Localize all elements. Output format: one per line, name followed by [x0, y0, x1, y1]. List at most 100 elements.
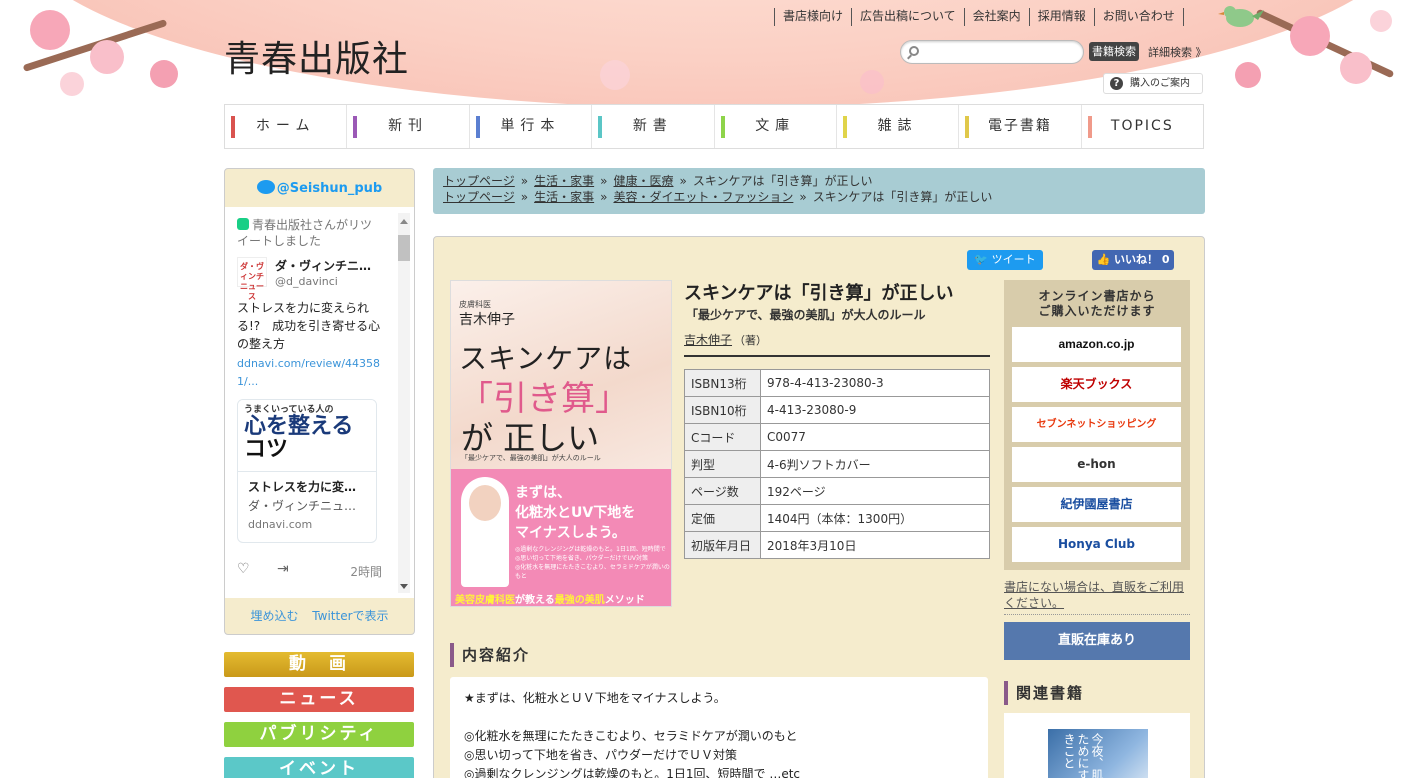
twitter-timeline[interactable]: 青春出版社さんがリツイートしました ダ・ヴィンチ ニュース ダ・ヴィンチニ… @… — [225, 207, 414, 598]
author-link[interactable]: 吉木伸子 — [684, 333, 732, 347]
tweet-author-name[interactable]: ダ・ヴィンチニ… — [275, 257, 371, 274]
divider — [684, 355, 990, 357]
tweet-actions: ♡ ⇥ 2時間 — [237, 561, 382, 579]
related-books-heading: 関連書籍 — [1004, 681, 1084, 705]
breadcrumb-health[interactable]: 健康・医療 — [613, 174, 673, 188]
scroll-down-icon[interactable] — [400, 584, 408, 589]
video-button[interactable]: 動 画 — [224, 652, 414, 677]
heart-icon[interactable]: ♡ — [237, 561, 250, 577]
description-line: ◎思い切って下地を省き、パウダーだけでＵＶ対策 — [464, 748, 738, 762]
scroll-up-icon[interactable] — [400, 219, 408, 224]
author-role: （著） — [734, 334, 768, 347]
twitter-widget: @Seishun_pub 青春出版社さんがリツイートしました ダ・ヴィンチ ニュ… — [224, 168, 415, 635]
nav-topics[interactable]: TOPICS — [1082, 105, 1203, 148]
nav-color-bar — [965, 116, 970, 138]
nav-color-bar — [1087, 116, 1092, 138]
header-background — [0, 0, 1426, 108]
retweet-note: 青春出版社さんがリツイートしました — [237, 218, 373, 248]
top-links: 書店様向け 広告出稿について 会社案内 採用情報 お問い合わせ — [774, 8, 1184, 26]
scroll-thumb[interactable] — [398, 235, 410, 261]
spec-key: ISBN13桁 — [684, 369, 761, 397]
breadcrumb-life[interactable]: 生活・家事 — [534, 174, 594, 188]
table-row: ページ数 192ページ — [684, 477, 990, 505]
shop-rakuten[interactable]: 楽天ブックス — [1012, 367, 1181, 402]
nav-home[interactable]: ホーム — [225, 105, 348, 148]
spec-key: ISBN10桁 — [684, 396, 761, 424]
card-image-line: コツ — [244, 437, 289, 462]
breadcrumb-top[interactable]: トップページ — [443, 174, 515, 188]
spec-key: 判型 — [684, 450, 761, 478]
spec-key: ページ数 — [684, 477, 761, 505]
nav-new-releases[interactable]: 新刊 — [347, 105, 470, 148]
twitter-icon — [256, 180, 275, 194]
shop-amazon[interactable]: amazon.co.jp — [1012, 327, 1181, 362]
spec-value: 1404円（本体：1300円） — [760, 504, 990, 532]
tweet-card[interactable]: うまくいっている人の 心を整える コツ ストレスを力に変… ダ・ヴィンチニュ… … — [237, 399, 377, 543]
search-input[interactable] — [925, 41, 1075, 63]
retweet-icon — [237, 218, 249, 230]
top-link-stores[interactable]: 書店様向け — [774, 8, 851, 26]
news-button[interactable]: ニュース — [224, 687, 414, 712]
twitter-scrollbar[interactable] — [398, 213, 410, 593]
spec-value: 192ページ — [760, 477, 990, 505]
advanced-search-link[interactable]: 詳細検索 》 — [1148, 44, 1207, 60]
table-row: Cコード C0077 — [684, 423, 990, 451]
purchase-guide-button[interactable]: ? 購入のご案内 — [1103, 73, 1203, 94]
site-logo[interactable]: 青春出版社 — [224, 30, 409, 82]
cover-subtitle: 「最少ケアで、最強の美肌」が大人のルール — [461, 454, 601, 462]
tweet-card-title: ストレスを力に変… — [248, 480, 357, 494]
top-link-contact[interactable]: お問い合わせ — [1093, 8, 1184, 26]
top-link-advertising[interactable]: 広告出稿について — [851, 8, 964, 26]
tweet-text: ストレスを力に変えられる!? 成功を引き寄せる心の整え方 — [237, 301, 381, 351]
spec-value: 978-4-413-23080-3 — [760, 369, 990, 397]
embed-link[interactable]: 埋め込む — [250, 609, 298, 623]
top-link-company[interactable]: 会社案内 — [963, 8, 1029, 26]
book-cover[interactable]: 皮膚科医 吉木伸子 スキンケアは 「引き算」 が 正しい 「最少ケアで、最強の美… — [450, 280, 672, 607]
breadcrumb-beauty[interactable]: 美容・ダイエット・ファッション — [613, 190, 793, 204]
event-button[interactable]: イベント — [224, 757, 414, 778]
table-row: 初版年月日 2018年3月10日 — [684, 531, 990, 559]
tweet-button[interactable]: 🐦 ツイート — [967, 250, 1043, 270]
bird-icon — [1218, 6, 1264, 27]
top-link-recruit[interactable]: 採用情報 — [1028, 8, 1094, 26]
share-icon[interactable]: ⇥ — [277, 561, 289, 577]
shop-honya-club[interactable]: Honya Club — [1012, 527, 1181, 562]
tweet-author-handle[interactable]: @d_davinci — [275, 275, 338, 288]
blossom-decoration — [30, 10, 70, 50]
twitter-header[interactable]: @Seishun_pub — [225, 169, 414, 207]
facebook-like-button[interactable]: 👍 いいね！ 0 — [1092, 250, 1174, 270]
breadcrumb-life[interactable]: 生活・家事 — [534, 190, 594, 204]
nav-tankobon[interactable]: 単行本 — [470, 105, 593, 148]
tweet-time[interactable]: 2時間 — [350, 563, 382, 580]
description-line: ◎過剰なクレンジングは乾燥のもと。1日1回、短時間で …etc — [464, 767, 801, 778]
view-on-twitter-link[interactable]: Twitterで表示 — [312, 609, 388, 623]
breadcrumb-top[interactable]: トップページ — [443, 190, 515, 204]
tweet-card-subtitle: ダ・ヴィンチニュ… — [248, 499, 357, 513]
related-book-cover[interactable]: 今夜、肌のためにすべきこと — [1048, 729, 1148, 778]
spec-key: 初版年月日 — [684, 531, 761, 559]
nav-bunko[interactable]: 文庫 — [715, 105, 837, 148]
shop-seven-net[interactable]: セブンネットショッピング — [1012, 407, 1181, 442]
description-line: ◎化粧水を無理にたたきこむより、セラミドケアが潤いのもと — [464, 729, 798, 743]
question-icon: ? — [1110, 77, 1123, 90]
publicity-button[interactable]: パブリシティ — [224, 722, 414, 747]
nav-shinsho[interactable]: 新書 — [592, 105, 715, 148]
shop-kinokuniya[interactable]: 紀伊國屋書店 — [1012, 487, 1181, 522]
nav-magazine[interactable]: 雑誌 — [837, 105, 960, 148]
related-book[interactable]: 今夜、肌のためにすべきこと — [1004, 713, 1190, 778]
card-image-line: 心を整える — [244, 414, 354, 439]
avatar[interactable]: ダ・ヴィンチ ニュース — [237, 257, 267, 301]
nav-label: 文庫 — [755, 118, 796, 134]
direct-sales-note[interactable]: 書店にない場合は、直販をご利用ください。 — [1004, 579, 1194, 611]
nav-label: 新書 — [632, 118, 673, 134]
nav-ebooks[interactable]: 電子書籍 — [959, 105, 1082, 148]
book-title: スキンケアは「引き算」が正しい — [684, 283, 954, 304]
table-row: ISBN13桁 978-4-413-23080-3 — [684, 369, 990, 397]
shop-e-hon[interactable]: e-hon — [1012, 447, 1181, 482]
tweet-card-image: うまくいっている人の 心を整える コツ — [238, 400, 376, 472]
tweet-link[interactable]: ddnavi.com/review/443581/... — [237, 355, 382, 391]
search-box — [900, 40, 1084, 64]
direct-sales-button[interactable]: 直販在庫あり — [1004, 622, 1190, 660]
divider — [1004, 614, 1190, 615]
book-search-button[interactable]: 書籍検索 — [1089, 42, 1139, 61]
